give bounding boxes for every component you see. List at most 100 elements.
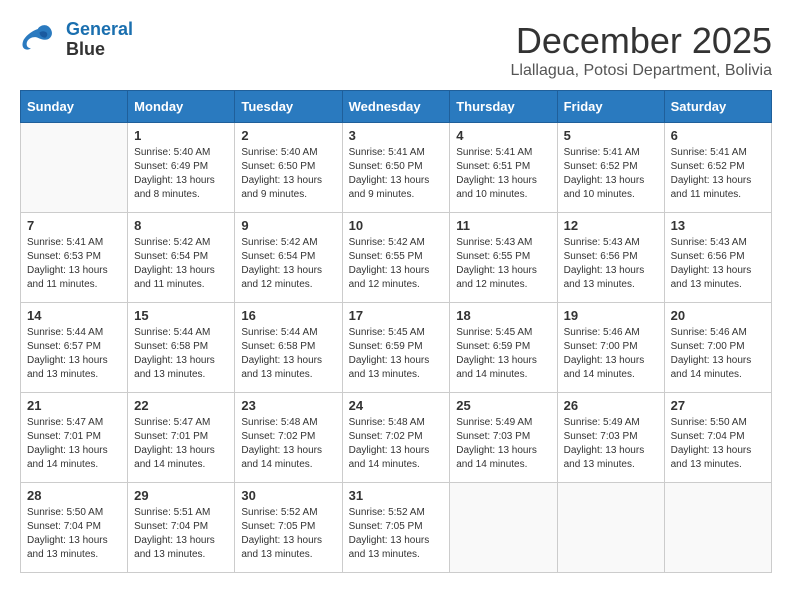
- day-number: 1: [134, 128, 228, 143]
- calendar-cell: 23 Sunrise: 5:48 AMSunset: 7:02 PMDayligh…: [235, 393, 342, 483]
- day-info: Sunrise: 5:46 AMSunset: 7:00 PMDaylight:…: [564, 326, 658, 382]
- day-info: Sunrise: 5:48 AMSunset: 7:02 PMDaylight:…: [241, 416, 335, 472]
- calendar-cell: 26 Sunrise: 5:49 AMSunset: 7:03 PMDayligh…: [557, 393, 664, 483]
- day-number: 21: [27, 398, 121, 413]
- calendar-cell: 1 Sunrise: 5:40 AMSunset: 6:49 PMDaylight…: [128, 123, 235, 213]
- day-number: 11: [456, 218, 550, 233]
- header-wednesday: Wednesday: [342, 91, 450, 123]
- calendar-cell: 3 Sunrise: 5:41 AMSunset: 6:50 PMDaylight…: [342, 123, 450, 213]
- header-monday: Monday: [128, 91, 235, 123]
- logo: General Blue: [20, 20, 133, 60]
- day-info: Sunrise: 5:40 AMSunset: 6:49 PMDaylight:…: [134, 146, 228, 202]
- day-number: 31: [349, 488, 444, 503]
- day-info: Sunrise: 5:43 AMSunset: 6:55 PMDaylight:…: [456, 236, 550, 292]
- day-info: Sunrise: 5:44 AMSunset: 6:58 PMDaylight:…: [241, 326, 335, 382]
- day-info: Sunrise: 5:52 AMSunset: 7:05 PMDaylight:…: [241, 506, 335, 562]
- day-number: 24: [349, 398, 444, 413]
- day-info: Sunrise: 5:43 AMSunset: 6:56 PMDaylight:…: [671, 236, 765, 292]
- calendar-cell: 16Sunrise: 5:44 AMSunset: 6:58 PMDayligh…: [235, 303, 342, 393]
- day-info: Sunrise: 5:47 AMSunset: 7:01 PMDaylight:…: [134, 416, 228, 472]
- calendar-cell: 20 Sunrise: 5:46 AMSunset: 7:00 PMDayligh…: [664, 303, 771, 393]
- day-info: Sunrise: 5:47 AMSunset: 7:01 PMDaylight:…: [27, 416, 121, 472]
- logo-line2: Blue: [66, 40, 133, 60]
- day-number: 18: [456, 308, 550, 323]
- calendar-cell: 29Sunrise: 5:51 AMSunset: 7:04 PMDayligh…: [128, 483, 235, 573]
- day-info: Sunrise: 5:46 AMSunset: 7:00 PMDaylight:…: [671, 326, 765, 382]
- header-sunday: Sunday: [21, 91, 128, 123]
- day-number: 14: [27, 308, 121, 323]
- week-row-5: 28 Sunrise: 5:50 AMSunset: 7:04 PMDayligh…: [21, 483, 772, 573]
- day-info: Sunrise: 5:42 AMSunset: 6:55 PMDaylight:…: [349, 236, 444, 292]
- location-subtitle: Llallagua, Potosi Department, Bolivia: [511, 62, 772, 80]
- calendar-cell: 21 Sunrise: 5:47 AMSunset: 7:01 PMDayligh…: [21, 393, 128, 483]
- calendar-cell: 30Sunrise: 5:52 AMSunset: 7:05 PMDayligh…: [235, 483, 342, 573]
- day-number: 15: [134, 308, 228, 323]
- calendar-cell: 9 Sunrise: 5:42 AMSunset: 6:54 PMDaylight…: [235, 213, 342, 303]
- calendar-cell: 13 Sunrise: 5:43 AMSunset: 6:56 PMDayligh…: [664, 213, 771, 303]
- day-info: Sunrise: 5:48 AMSunset: 7:02 PMDaylight:…: [349, 416, 444, 472]
- day-number: 2: [241, 128, 335, 143]
- calendar-cell: 19Sunrise: 5:46 AMSunset: 7:00 PMDayligh…: [557, 303, 664, 393]
- day-info: Sunrise: 5:50 AMSunset: 7:04 PMDaylight:…: [27, 506, 121, 562]
- header-tuesday: Tuesday: [235, 91, 342, 123]
- day-info: Sunrise: 5:41 AMSunset: 6:52 PMDaylight:…: [564, 146, 658, 202]
- day-number: 6: [671, 128, 765, 143]
- day-info: Sunrise: 5:42 AMSunset: 6:54 PMDaylight:…: [134, 236, 228, 292]
- day-number: 20: [671, 308, 765, 323]
- week-row-1: 1 Sunrise: 5:40 AMSunset: 6:49 PMDaylight…: [21, 123, 772, 213]
- header-saturday: Saturday: [664, 91, 771, 123]
- day-number: 3: [349, 128, 444, 143]
- calendar-cell: 11 Sunrise: 5:43 AMSunset: 6:55 PMDayligh…: [450, 213, 557, 303]
- day-number: 12: [564, 218, 658, 233]
- calendar-cell: 12Sunrise: 5:43 AMSunset: 6:56 PMDayligh…: [557, 213, 664, 303]
- day-number: 17: [349, 308, 444, 323]
- calendar-cell: 10 Sunrise: 5:42 AMSunset: 6:55 PMDayligh…: [342, 213, 450, 303]
- calendar-cell: [21, 123, 128, 213]
- day-info: Sunrise: 5:45 AMSunset: 6:59 PMDaylight:…: [456, 326, 550, 382]
- calendar-cell: 18 Sunrise: 5:45 AMSunset: 6:59 PMDayligh…: [450, 303, 557, 393]
- day-number: 10: [349, 218, 444, 233]
- calendar-header-row: SundayMondayTuesdayWednesdayThursdayFrid…: [21, 91, 772, 123]
- day-number: 23: [241, 398, 335, 413]
- calendar-cell: 28 Sunrise: 5:50 AMSunset: 7:04 PMDayligh…: [21, 483, 128, 573]
- calendar-cell: 8 Sunrise: 5:42 AMSunset: 6:54 PMDaylight…: [128, 213, 235, 303]
- calendar-cell: 5 Sunrise: 5:41 AMSunset: 6:52 PMDaylight…: [557, 123, 664, 213]
- day-number: 8: [134, 218, 228, 233]
- day-number: 26: [564, 398, 658, 413]
- calendar-table: SundayMondayTuesdayWednesdayThursdayFrid…: [20, 90, 772, 573]
- logo-icon: [20, 22, 60, 57]
- day-number: 29: [134, 488, 228, 503]
- day-number: 22: [134, 398, 228, 413]
- day-info: Sunrise: 5:42 AMSunset: 6:54 PMDaylight:…: [241, 236, 335, 292]
- calendar-cell: 24 Sunrise: 5:48 AMSunset: 7:02 PMDayligh…: [342, 393, 450, 483]
- calendar-cell: 17Sunrise: 5:45 AMSunset: 6:59 PMDayligh…: [342, 303, 450, 393]
- calendar-cell: 22 Sunrise: 5:47 AMSunset: 7:01 PMDayligh…: [128, 393, 235, 483]
- day-number: 5: [564, 128, 658, 143]
- day-info: Sunrise: 5:40 AMSunset: 6:50 PMDaylight:…: [241, 146, 335, 202]
- calendar-cell: 6 Sunrise: 5:41 AMSunset: 6:52 PMDaylight…: [664, 123, 771, 213]
- calendar-cell: 27Sunrise: 5:50 AMSunset: 7:04 PMDayligh…: [664, 393, 771, 483]
- week-row-3: 14 Sunrise: 5:44 AMSunset: 6:57 PMDayligh…: [21, 303, 772, 393]
- calendar-cell: 14 Sunrise: 5:44 AMSunset: 6:57 PMDayligh…: [21, 303, 128, 393]
- calendar-cell: 15 Sunrise: 5:44 AMSunset: 6:58 PMDayligh…: [128, 303, 235, 393]
- day-info: Sunrise: 5:49 AMSunset: 7:03 PMDaylight:…: [564, 416, 658, 472]
- day-number: 9: [241, 218, 335, 233]
- day-number: 28: [27, 488, 121, 503]
- week-row-2: 7 Sunrise: 5:41 AMSunset: 6:53 PMDaylight…: [21, 213, 772, 303]
- calendar-cell: [664, 483, 771, 573]
- day-info: Sunrise: 5:49 AMSunset: 7:03 PMDaylight:…: [456, 416, 550, 472]
- day-info: Sunrise: 5:41 AMSunset: 6:52 PMDaylight:…: [671, 146, 765, 202]
- header-thursday: Thursday: [450, 91, 557, 123]
- calendar-cell: 7 Sunrise: 5:41 AMSunset: 6:53 PMDaylight…: [21, 213, 128, 303]
- day-info: Sunrise: 5:41 AMSunset: 6:53 PMDaylight:…: [27, 236, 121, 292]
- day-info: Sunrise: 5:44 AMSunset: 6:58 PMDaylight:…: [134, 326, 228, 382]
- day-info: Sunrise: 5:41 AMSunset: 6:50 PMDaylight:…: [349, 146, 444, 202]
- day-number: 7: [27, 218, 121, 233]
- calendar-cell: [557, 483, 664, 573]
- calendar-cell: 25Sunrise: 5:49 AMSunset: 7:03 PMDayligh…: [450, 393, 557, 483]
- day-info: Sunrise: 5:44 AMSunset: 6:57 PMDaylight:…: [27, 326, 121, 382]
- calendar-cell: [450, 483, 557, 573]
- calendar-cell: 31Sunrise: 5:52 AMSunset: 7:05 PMDayligh…: [342, 483, 450, 573]
- day-number: 13: [671, 218, 765, 233]
- day-number: 27: [671, 398, 765, 413]
